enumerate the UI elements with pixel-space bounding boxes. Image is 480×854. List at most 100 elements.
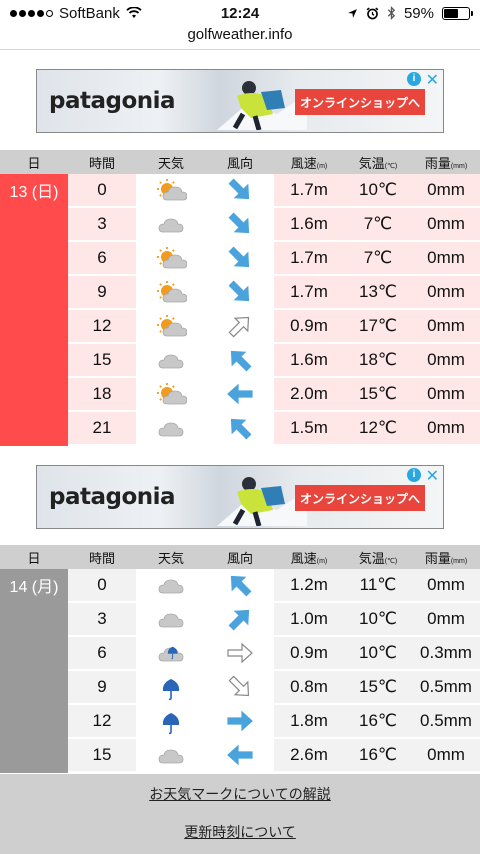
rainfall-cell: 0mm (427, 248, 465, 267)
table-row: 3 1.0m 10℃ 0mm (68, 603, 480, 637)
header-time: 時間 (88, 155, 115, 171)
table-row: 12 0.9m 17℃ 0mm (68, 310, 480, 344)
rainfall-cell: 0mm (427, 282, 465, 301)
carrier-label: SoftBank (59, 4, 120, 22)
time-cell: 21 (92, 418, 112, 437)
header-wind-direction: 風向 (226, 155, 253, 171)
rainfall-cell: 0mm (427, 418, 465, 437)
table-row: 9 1.7m 13℃ 0mm (68, 276, 480, 310)
wind-speed-cell: 2.0m (290, 384, 328, 403)
time-cell: 0 (97, 575, 107, 594)
header-temperature: 気温(℃) (358, 155, 398, 171)
table-row: 21 1.5m 12℃ 0mm (68, 412, 480, 446)
wind-arrow-icon (206, 671, 274, 703)
temperature-cell: 18℃ (358, 350, 397, 369)
wind-speed-cell: 1.8m (290, 711, 328, 730)
rainfall-cell: 0mm (427, 350, 465, 369)
time-cell: 3 (97, 609, 107, 628)
ad-close-icon[interactable]: ✕ (426, 70, 439, 90)
wind-arrow-icon (206, 637, 274, 669)
wind-arrow-icon (206, 603, 274, 635)
brand-logo: patagonia (49, 88, 176, 114)
ad-banner-middle[interactable]: patagonia オンラインショップへ i ✕ (36, 465, 444, 529)
header-wind-speed: 風速(m) (290, 550, 328, 566)
time-cell: 12 (92, 711, 112, 730)
header-weather: 天気 (157, 155, 184, 171)
shop-online-button[interactable]: オンラインショップへ (295, 485, 425, 511)
time-cell: 12 (92, 316, 112, 335)
update-time-link[interactable]: 更新時刻について (0, 822, 480, 842)
rainfall-cell: 0mm (427, 316, 465, 335)
wind-speed-cell: 0.8m (290, 677, 328, 696)
rainfall-cell: 0mm (427, 384, 465, 403)
header-wind-direction: 風向 (226, 550, 253, 566)
skier-image (217, 81, 307, 130)
rainfall-cell: 0.3mm (420, 643, 472, 662)
sun-cloud-icon (136, 378, 206, 410)
table-row: 6 0.9m 10℃ 0.3mm (68, 637, 480, 671)
wind-arrow-icon (206, 174, 274, 206)
alarm-icon (366, 6, 379, 19)
day-label: 13 (日) (0, 174, 68, 446)
rainfall-cell: 0mm (427, 214, 465, 233)
wind-arrow-icon (206, 412, 274, 444)
wind-speed-cell: 2.6m (290, 745, 328, 764)
header-rainfall: 雨量(mm) (424, 550, 468, 566)
rainfall-cell: 0.5mm (420, 711, 472, 730)
ad-info-icon[interactable]: i (407, 468, 421, 482)
wind-arrow-icon (206, 739, 274, 771)
table-row: 6 1.7m 7℃ 0mm (68, 242, 480, 276)
time-cell: 9 (97, 677, 107, 696)
wind-speed-cell: 1.6m (290, 214, 328, 233)
wind-arrow-icon (206, 242, 274, 274)
cloud-icon (136, 208, 206, 240)
header-time: 時間 (88, 550, 115, 566)
wind-arrow-icon (206, 344, 274, 376)
temperature-cell: 11℃ (359, 575, 397, 594)
temperature-cell: 7℃ (363, 248, 393, 267)
temperature-cell: 13℃ (358, 282, 397, 301)
table-header: 日 時間 天気 風向 風速(m) 気温(℃) 雨量(mm) (0, 545, 480, 569)
ad-close-icon[interactable]: ✕ (426, 466, 439, 486)
time-cell: 0 (97, 180, 107, 199)
weather-mark-guide-link[interactable]: お天気マークについての解説 (0, 784, 480, 804)
ad-banner-top[interactable]: patagonia オンラインショップへ i ✕ (36, 69, 444, 133)
table-row: 0 1.2m 11℃ 0mm (68, 569, 480, 603)
time-cell: 3 (97, 214, 107, 233)
time-cell: 15 (92, 350, 112, 369)
umbrella-icon (136, 705, 206, 737)
status-bar: SoftBank 12:24 59% (0, 0, 480, 26)
wind-speed-cell: 0.9m (290, 316, 328, 335)
time-cell: 6 (97, 643, 107, 662)
cloud-icon (136, 569, 206, 601)
wind-arrow-icon (206, 378, 274, 410)
temperature-cell: 15℃ (358, 384, 397, 403)
sun-cloud-icon (136, 276, 206, 308)
forecast-table-day2: 日 時間 天気 風向 風速(m) 気温(℃) 雨量(mm) 14 (月) 0 1.… (0, 545, 480, 773)
signal-icon (10, 9, 53, 17)
wind-arrow-icon (206, 705, 274, 737)
wind-arrow-icon (206, 310, 274, 342)
wind-speed-cell: 1.5m (290, 418, 328, 437)
rainfall-cell: 0mm (427, 609, 465, 628)
sun-cloud-icon (136, 174, 206, 206)
cloud-icon (136, 412, 206, 444)
wind-speed-cell: 1.6m (290, 350, 328, 369)
cloud-icon (136, 603, 206, 635)
location-icon (348, 8, 357, 18)
header-day: 日 (27, 155, 41, 171)
ad-info-icon[interactable]: i (407, 72, 421, 86)
footer: お天気マークについての解説 更新時刻について (0, 774, 480, 854)
rainfall-cell: 0mm (427, 745, 465, 764)
shop-online-button[interactable]: オンラインショップへ (295, 89, 425, 115)
brand-logo: patagonia (49, 484, 176, 510)
temperature-cell: 16℃ (358, 711, 397, 730)
url-bar[interactable]: golfweather.info (0, 26, 480, 50)
wind-speed-cell: 1.0m (290, 609, 328, 628)
wind-speed-cell: 1.2m (290, 575, 328, 594)
temperature-cell: 10℃ (358, 180, 397, 199)
wind-arrow-icon (206, 276, 274, 308)
temperature-cell: 17℃ (358, 316, 397, 335)
header-rainfall: 雨量(mm) (424, 155, 468, 171)
wind-arrow-icon (206, 208, 274, 240)
